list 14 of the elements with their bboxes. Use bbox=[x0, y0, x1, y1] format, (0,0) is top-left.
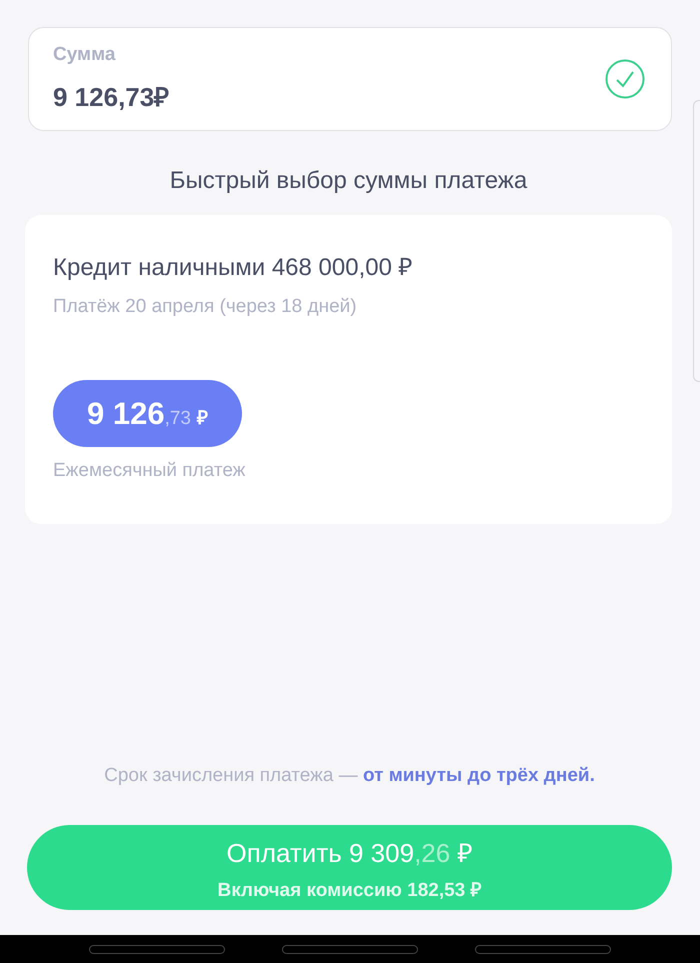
chip-caption: Ежемесячный платеж bbox=[53, 459, 246, 483]
amount-chip[interactable]: 9 126,73 ₽ bbox=[53, 380, 242, 447]
nav-handle-icon[interactable] bbox=[282, 944, 418, 954]
field-value: 9 126,73₽ bbox=[53, 81, 170, 114]
nav-handle-icon[interactable] bbox=[88, 944, 225, 954]
transfer-note: Срок зачисления платежа — от минуты до трёх дней. bbox=[104, 765, 595, 787]
pay-button[interactable]: Оплатить 9 309,26 ₽ Включая комиссию 182,53 ₽ bbox=[27, 825, 672, 910]
amount-field[interactable]: Сумма 9 126,73₽ bbox=[28, 27, 672, 131]
note-link[interactable]: от минуты до трёх дней. bbox=[362, 765, 595, 786]
field-label: Сумма bbox=[53, 44, 116, 66]
nav-handle-icon[interactable] bbox=[475, 944, 612, 954]
loan-title: Кредит наличными 468 000,00 ₽ bbox=[53, 253, 414, 282]
section-title: Быстрый выбор суммы платежа bbox=[168, 167, 528, 195]
payment-date: Платёж 20 апреля (через 18 дней) bbox=[53, 296, 358, 318]
